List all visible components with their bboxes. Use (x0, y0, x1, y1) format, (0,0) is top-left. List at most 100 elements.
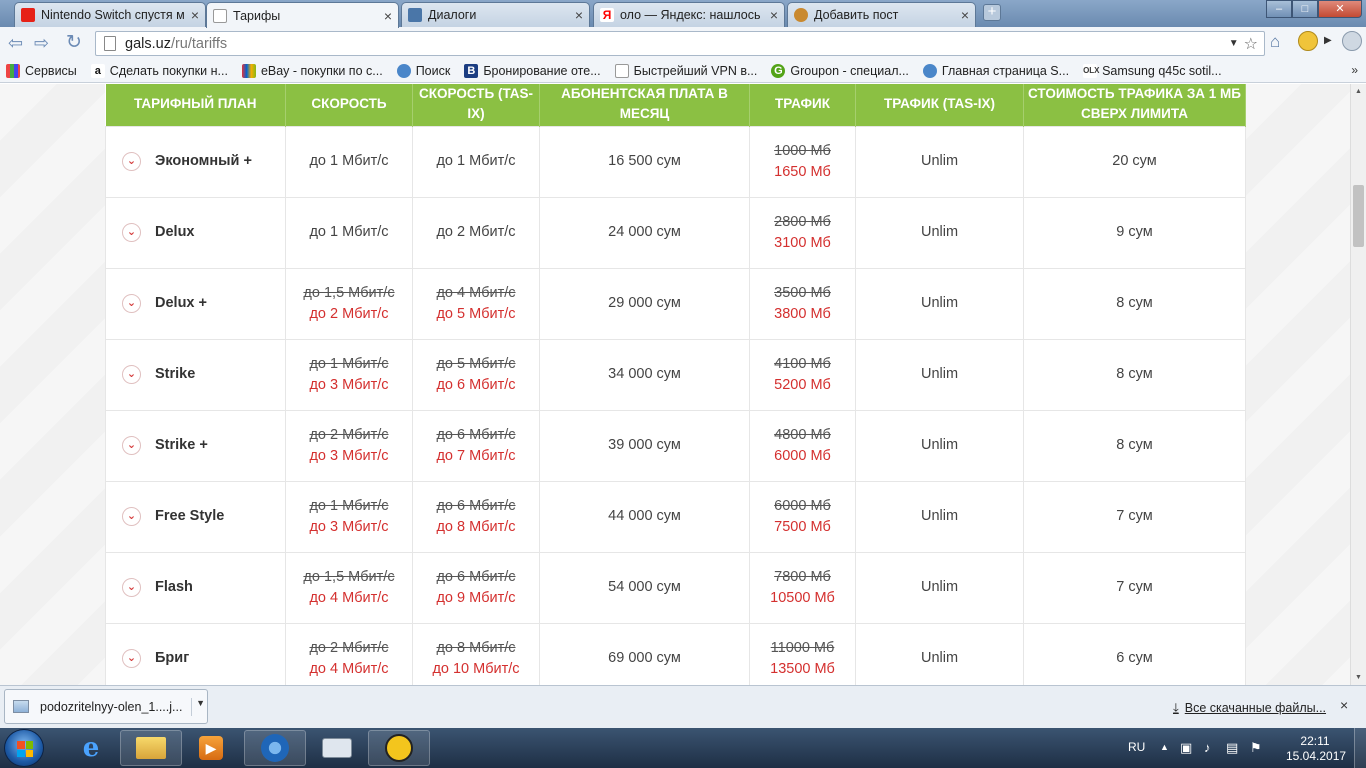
forward-button[interactable]: ⇨ (34, 33, 49, 54)
expand-chevron-icon[interactable]: ⌄ (122, 577, 141, 597)
chevron-down-icon[interactable]: ▼ (1229, 38, 1239, 49)
back-button[interactable]: ⇦ (8, 33, 23, 54)
bookmarks-more-button[interactable]: » (1351, 63, 1358, 77)
traffic-cell: 4100 Мб 5200 Мб (749, 338, 856, 411)
flag-icon[interactable]: ⚑ (1250, 740, 1262, 756)
keyboard-icon[interactable] (306, 730, 368, 766)
traffic-new: 3100 Мб (774, 234, 831, 251)
tab-dialogs[interactable]: Диалоги × (401, 2, 590, 27)
expand-chevron-icon[interactable]: ⌄ (122, 151, 141, 171)
url-text: gals.uz/ru/tariffs (125, 35, 228, 52)
tasix-traffic-cell: Unlim (855, 622, 1024, 685)
close-icon[interactable]: × (191, 7, 199, 23)
traffic-old: 7800 Мб (774, 568, 831, 585)
download-shelf: podozritelnyy-olen_1....j... ▼ ⤓ Все ска… (0, 685, 1366, 728)
close-icon[interactable]: × (575, 7, 583, 23)
fee-value: 54 000 сум (608, 579, 681, 595)
plan-cell: ⌄ Экономный + (105, 125, 286, 198)
close-icon[interactable]: × (384, 8, 392, 24)
close-shelf-button[interactable]: × (1340, 697, 1348, 713)
overlimit-cell: 6 сум (1023, 622, 1246, 685)
chevron-down-icon[interactable]: ▼ (191, 698, 205, 716)
bookmark-vpn[interactable]: Быстрейший VPN в... (614, 63, 757, 78)
browser-toolbar: ⇦ ⇨ ↻ gals.uz/ru/tariffs ▼ ☆ ⌂ ▶ (0, 27, 1366, 59)
overlimit-cell: 8 сум (1023, 267, 1246, 340)
tab-yandex[interactable]: Я оло — Яндекс: нашлось 1 × (593, 2, 785, 27)
chrome-icon[interactable] (244, 730, 306, 766)
close-icon[interactable]: × (770, 7, 778, 23)
show-hidden-icons-icon[interactable]: ▲ (1160, 742, 1169, 752)
bookmark-olx[interactable]: OLX Samsung q45c sotil... (1083, 63, 1222, 78)
start-button[interactable] (4, 729, 44, 767)
avast-icon[interactable] (368, 730, 430, 766)
groupon-icon: G (771, 63, 786, 78)
star-icon[interactable]: ☆ (1244, 34, 1258, 54)
tasix-speed-cell-new: до 10 Мбит/с (432, 660, 520, 677)
traffic-cell: 1000 Мб 1650 Мб (749, 125, 856, 198)
plan-cell: ⌄ Бриг (105, 622, 286, 685)
bookmark-ebay[interactable]: eBay - покупки по с... (241, 63, 383, 78)
scrollbar-thumb[interactable] (1353, 185, 1364, 247)
bookmark-search[interactable]: Поиск (396, 63, 450, 78)
chevron-right-icon[interactable]: ▶ (1324, 35, 1332, 46)
scroll-down-icon[interactable]: ▼ (1355, 674, 1362, 681)
network-icon[interactable]: ▤ (1226, 740, 1238, 756)
minimize-button[interactable]: – (1266, 0, 1292, 18)
amazon-icon: a (90, 63, 105, 78)
tasix-speed-cell-new: до 5 Мбит/с (436, 305, 516, 322)
language-indicator[interactable]: RU (1128, 740, 1145, 754)
clock[interactable]: 22:11 15.04.2017 (1286, 734, 1346, 764)
traffic-old: 4100 Мб (774, 355, 831, 372)
ie-icon[interactable]: e (60, 730, 122, 766)
expand-chevron-icon[interactable]: ⌄ (122, 364, 141, 384)
bookmark-services[interactable]: Сервисы (6, 63, 77, 78)
plan-name: Flash (155, 579, 193, 595)
download-icon: ⤓ (1173, 700, 1179, 715)
tab-tariffs[interactable]: Тарифы × (206, 2, 399, 28)
device-icon[interactable]: ▣ (1180, 740, 1192, 756)
close-window-button[interactable]: ✕ (1318, 0, 1362, 18)
page-viewport: ТАРИФНЫЙ ПЛАН СКОРОСТЬ СКОРОСТЬ (TAS-IX)… (0, 84, 1350, 685)
address-bar[interactable]: gals.uz/ru/tariffs ▼ ☆ (95, 31, 1265, 56)
speed-cell-value: до 1 Мбит/с (309, 153, 389, 169)
volume-icon[interactable]: ♪ (1204, 740, 1211, 755)
speed-cell-new: до 4 Мбит/с (309, 589, 389, 606)
close-icon[interactable]: × (961, 7, 969, 23)
table-row: ⌄ Free Style до 1 Мбит/с до 3 Мбит/с до 6 Мб… (105, 480, 1246, 553)
new-tab-button[interactable]: + (983, 4, 1001, 21)
file-explorer-icon[interactable] (120, 730, 182, 766)
bookmark-homepage[interactable]: Главная страница S... (922, 63, 1069, 78)
fee-cell: 29 000 сум (539, 267, 750, 340)
media-player-icon[interactable]: ▶ (180, 730, 242, 766)
tasix-speed-cell-value: до 2 Мбит/с (436, 224, 516, 240)
expand-chevron-icon[interactable]: ⌄ (122, 293, 141, 313)
show-desktop-button[interactable] (1354, 728, 1366, 768)
bookmark-groupon[interactable]: G Groupon - специал... (771, 63, 909, 78)
traffic-new: 3800 Мб (774, 305, 831, 322)
scroll-up-icon[interactable]: ▲ (1355, 88, 1362, 95)
tab-nintendo[interactable]: Nintendo Switch спустя ме × (14, 2, 206, 27)
tasix-traffic-value: Unlim (920, 437, 959, 453)
settings-icon[interactable] (1342, 31, 1362, 51)
expand-chevron-icon[interactable]: ⌄ (122, 648, 141, 668)
fee-value: 39 000 сум (608, 437, 681, 453)
download-item[interactable]: podozritelnyy-olen_1....j... ▼ (4, 689, 208, 724)
speed-cell-new: до 3 Мбит/с (309, 447, 389, 464)
tab-title: Nintendo Switch спустя ме (41, 8, 185, 22)
expand-chevron-icon[interactable]: ⌄ (122, 435, 141, 455)
home-icon[interactable]: ⌂ (1270, 32, 1280, 52)
tasix-speed-cell: до 6 Мбит/с до 9 Мбит/с (412, 551, 540, 624)
reload-button[interactable]: ↻ (66, 31, 82, 54)
tab-add-post[interactable]: Добавить пост × (787, 2, 976, 27)
extension-icon[interactable] (1298, 31, 1318, 51)
taskbar: e ▶ RU ▲ ▣ ♪ ▤ ⚑ 22:11 15.04.2017 (0, 728, 1366, 768)
maximize-button[interactable]: □ (1292, 0, 1318, 18)
all-downloads-link[interactable]: ⤓ Все скачанные файлы... (1173, 700, 1326, 716)
speed-cell-old: до 2 Мбит/с (309, 639, 389, 656)
tasix-traffic-cell: Unlim (855, 196, 1024, 269)
page-scrollbar[interactable]: ▲ ▼ (1350, 84, 1366, 685)
expand-chevron-icon[interactable]: ⌄ (122, 222, 141, 242)
expand-chevron-icon[interactable]: ⌄ (122, 506, 141, 526)
bookmark-amazon[interactable]: a Сделать покупки н... (90, 63, 228, 78)
bookmark-booking[interactable]: B Бронирование оте... (464, 63, 601, 78)
